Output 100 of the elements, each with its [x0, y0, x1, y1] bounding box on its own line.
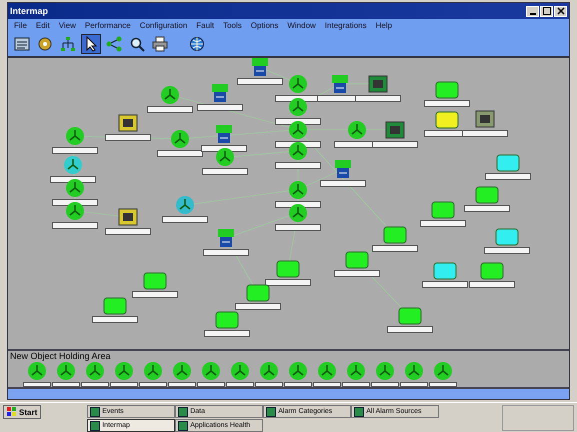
switch-icon[interactable] — [250, 58, 270, 78]
router-icon[interactable] — [375, 361, 395, 381]
router-icon[interactable] — [215, 147, 235, 168]
toolbar-button[interactable] — [81, 34, 101, 54]
router-icon[interactable] — [65, 126, 85, 146]
monitor-icon[interactable] — [398, 306, 422, 325]
router-icon[interactable] — [175, 195, 195, 216]
label-plate — [485, 172, 531, 180]
router-icon[interactable] — [201, 361, 221, 381]
window-icon — [90, 420, 100, 430]
menu-item[interactable]: Window — [287, 21, 316, 30]
menu-item[interactable]: Options — [250, 21, 278, 30]
router-icon[interactable] — [347, 120, 367, 140]
monitor-icon[interactable] — [143, 272, 167, 290]
toolbar-button[interactable] — [187, 34, 207, 54]
printer-icon — [152, 36, 168, 52]
toolbar-button[interactable] — [58, 34, 78, 54]
label-plate — [204, 330, 250, 338]
router-icon[interactable] — [230, 361, 250, 381]
label-plate — [464, 205, 510, 212]
router-icon[interactable] — [288, 96, 308, 117]
router-icon[interactable] — [143, 361, 163, 381]
router-icon[interactable] — [63, 154, 83, 175]
menu-item[interactable]: Integrations — [324, 21, 367, 30]
router-icon[interactable] — [288, 74, 308, 94]
switch-icon[interactable] — [333, 159, 353, 180]
maximize-button[interactable] — [540, 6, 553, 16]
router-icon[interactable] — [317, 361, 337, 381]
monitor-icon[interactable] — [433, 262, 457, 280]
router-icon[interactable] — [27, 361, 47, 381]
monitor-icon[interactable] — [246, 284, 270, 302]
monitor-icon[interactable] — [475, 186, 499, 204]
label-plate — [92, 316, 138, 324]
label-plate — [105, 134, 151, 142]
router-icon[interactable] — [288, 140, 308, 161]
label-plate — [52, 222, 98, 229]
label-plate — [197, 104, 243, 111]
router-icon[interactable] — [346, 361, 366, 381]
router-icon[interactable] — [259, 361, 279, 381]
router-icon[interactable] — [160, 84, 180, 105]
monitor-icon[interactable] — [383, 226, 407, 244]
switch-icon[interactable] — [216, 228, 236, 248]
router-icon[interactable] — [288, 202, 308, 223]
network-icon — [106, 36, 122, 52]
window-icon — [178, 420, 188, 430]
label-plate — [52, 198, 98, 206]
monitor-icon[interactable] — [496, 154, 520, 172]
device-icon[interactable] — [475, 108, 495, 129]
router-icon[interactable] — [170, 128, 190, 149]
monitor-icon[interactable] — [276, 260, 300, 278]
monitor-icon[interactable] — [435, 110, 459, 129]
label-plate — [387, 326, 433, 333]
window-title: Intermap — [10, 6, 48, 16]
menu-item[interactable]: Configuration — [140, 21, 188, 30]
device-icon[interactable] — [385, 120, 405, 140]
label-plate — [275, 224, 321, 231]
monitor-icon[interactable] — [103, 297, 127, 316]
toolbar-button[interactable] — [150, 34, 170, 54]
label-plate — [320, 180, 366, 188]
label-plate — [147, 106, 193, 113]
router-icon[interactable] — [56, 361, 76, 381]
list-icon — [14, 36, 30, 52]
router-icon[interactable] — [288, 361, 308, 381]
router-icon[interactable] — [172, 361, 192, 381]
maximize-icon — [542, 7, 550, 15]
menu-item[interactable]: Fault — [196, 21, 214, 30]
menu-item[interactable]: File — [14, 21, 27, 30]
label-plate — [275, 200, 321, 208]
gear-icon — [37, 36, 53, 52]
router-icon[interactable] — [85, 361, 105, 381]
router-icon[interactable] — [114, 361, 134, 381]
switch-icon[interactable] — [330, 74, 350, 94]
switch-icon[interactable] — [214, 124, 234, 144]
monitor-icon[interactable] — [431, 200, 455, 219]
router-icon[interactable] — [65, 200, 85, 221]
menu-item[interactable]: View — [58, 21, 76, 30]
close-button[interactable] — [554, 6, 567, 16]
monitor-icon[interactable] — [215, 311, 239, 330]
monitor-icon[interactable] — [435, 81, 459, 100]
menu-item[interactable]: Help — [376, 21, 392, 30]
router-icon[interactable] — [288, 120, 308, 140]
device-icon[interactable] — [118, 113, 138, 134]
start-button[interactable]: Start — [3, 405, 42, 419]
router-icon[interactable] — [65, 178, 85, 198]
window-icon — [90, 406, 100, 416]
router-icon[interactable] — [404, 361, 424, 381]
monitor-icon[interactable] — [495, 228, 519, 246]
menu-item[interactable]: Tools — [223, 21, 242, 30]
label-plate — [372, 244, 418, 252]
router-icon[interactable] — [288, 180, 308, 200]
switch-icon[interactable] — [210, 82, 230, 103]
device-icon[interactable] — [118, 207, 138, 228]
menu-item[interactable]: Performance — [84, 21, 131, 30]
device-icon[interactable] — [368, 74, 388, 94]
minimize-button[interactable] — [526, 6, 539, 16]
label-plate — [50, 176, 96, 183]
router-icon[interactable] — [433, 361, 453, 381]
menu-item[interactable]: Edit — [36, 21, 50, 30]
monitor-icon[interactable] — [480, 262, 504, 280]
monitor-icon[interactable] — [345, 251, 369, 270]
